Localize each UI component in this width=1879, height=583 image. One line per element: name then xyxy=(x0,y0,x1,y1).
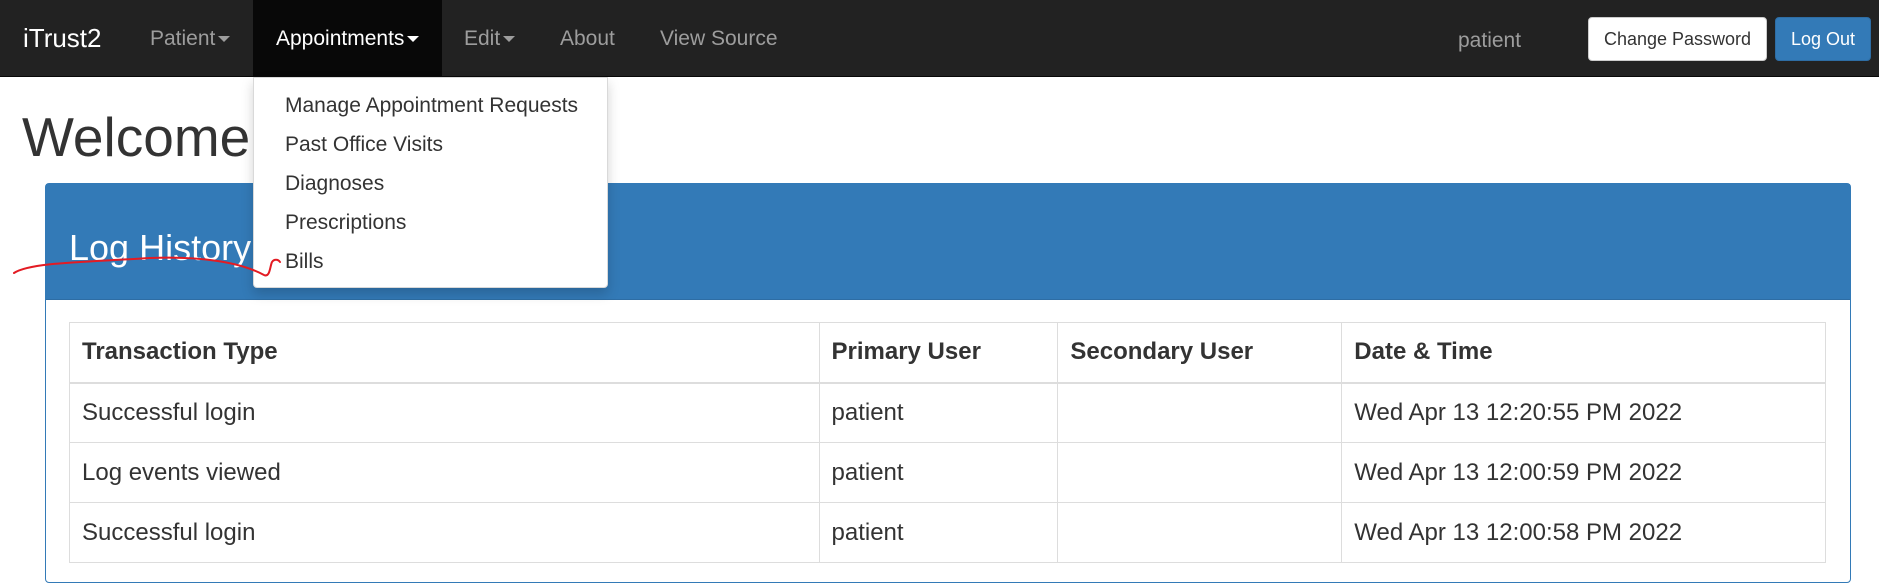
change-password-button[interactable]: Change Password xyxy=(1588,17,1767,61)
table-cell: Wed Apr 13 12:00:59 PM 2022 xyxy=(1341,442,1826,503)
nav-appointments-label: Appointments xyxy=(276,27,405,50)
table-cell: patient xyxy=(818,442,1059,503)
column-header[interactable]: Primary User xyxy=(818,322,1059,384)
table-header-row: Transaction Type Primary User Secondary … xyxy=(69,322,1826,384)
column-header[interactable]: Date & Time xyxy=(1341,322,1826,384)
log-history-table: Transaction Type Primary User Secondary … xyxy=(69,322,1826,563)
table-cell: patient xyxy=(818,502,1059,563)
nav-view-source-label: View Source xyxy=(660,27,778,50)
appointments-dropdown-menu: Manage Appointment Requests Past Office … xyxy=(253,77,608,288)
column-header[interactable]: Secondary User xyxy=(1057,322,1343,384)
chevron-down-icon xyxy=(407,36,420,43)
chevron-down-icon xyxy=(503,36,516,43)
table-cell xyxy=(1057,442,1343,503)
panel-title: Log History xyxy=(69,227,252,268)
nav-about-label: About xyxy=(560,27,615,50)
nav-about-link[interactable]: About xyxy=(536,0,636,77)
table-row: Log events viewed patient Wed Apr 13 12:… xyxy=(69,442,1826,503)
table-cell: Log events viewed xyxy=(69,442,820,503)
table-cell: Successful login xyxy=(69,382,820,443)
chevron-down-icon xyxy=(218,36,231,43)
table-row: Successful login patient Wed Apr 13 12:0… xyxy=(69,502,1826,563)
menu-item-manage-appointment-requests[interactable]: Manage Appointment Requests xyxy=(285,91,578,121)
menu-item-diagnoses[interactable]: Diagnoses xyxy=(285,169,384,199)
brand-logo[interactable]: iTrust2 xyxy=(23,0,102,77)
table-cell: Wed Apr 13 12:00:58 PM 2022 xyxy=(1341,502,1826,563)
nav-appointments-menu[interactable]: Appointments xyxy=(253,0,442,77)
nav-edit-label: Edit xyxy=(464,27,501,50)
nav-view-source-link[interactable]: View Source xyxy=(636,0,796,77)
table-cell xyxy=(1057,502,1343,563)
table-cell xyxy=(1057,382,1343,443)
column-header[interactable]: Transaction Type xyxy=(69,322,820,384)
menu-item-prescriptions[interactable]: Prescriptions xyxy=(285,208,406,238)
page-title-start: Welcome xyxy=(22,106,251,168)
table-cell: patient xyxy=(818,382,1059,443)
table-cell: Successful login xyxy=(69,502,820,563)
table-cell: Wed Apr 13 12:20:55 PM 2022 xyxy=(1341,382,1826,443)
logged-in-username: patient xyxy=(1458,29,1522,52)
menu-item-bills[interactable]: Bills xyxy=(285,247,324,277)
nav-patient-label: Patient xyxy=(150,27,216,50)
top-navbar: iTrust2 Patient Appointments Edit About … xyxy=(0,0,1879,77)
nav-patient-menu[interactable]: Patient xyxy=(134,0,233,77)
menu-item-past-office-visits[interactable]: Past Office Visits xyxy=(285,130,443,160)
nav-edit-menu[interactable]: Edit xyxy=(442,0,525,77)
table-row: Successful login patient Wed Apr 13 12:2… xyxy=(69,382,1826,443)
logout-button[interactable]: Log Out xyxy=(1775,17,1871,61)
